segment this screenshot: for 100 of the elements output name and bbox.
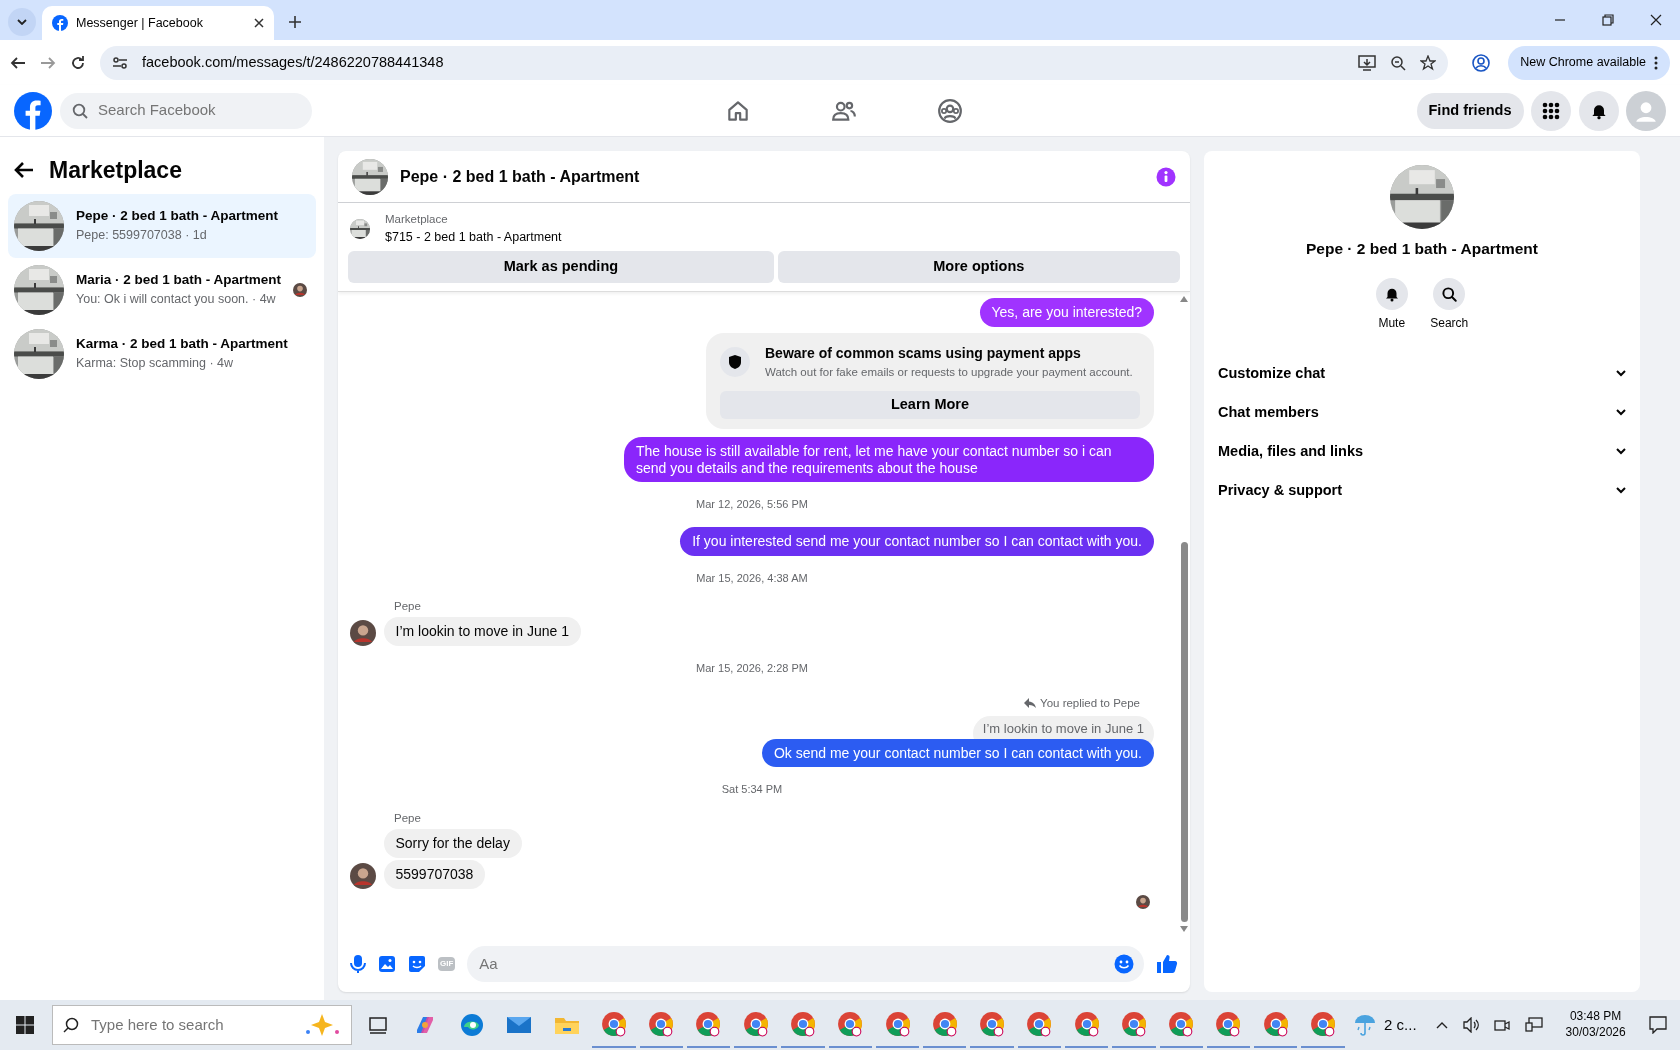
edge-icon[interactable] [459,1012,486,1038]
url-text: facebook.com/messages/t/2486220788441348 [142,52,445,72]
conversation-title: Maria · 2 bed 1 bath - Apartment [76,271,282,289]
info-icon[interactable] [1156,166,1176,187]
message-box[interactable]: Aa [467,946,1144,982]
conversation-item[interactable]: Maria · 2 bed 1 bath - Apartment You: Ok i will contact you soon. · 4w [8,257,316,322]
close-icon[interactable] [1650,14,1662,26]
address-bar[interactable]: facebook.com/messages/t/2486220788441348 [100,45,1449,80]
chrome-icon[interactable] [1073,1011,1100,1037]
chrome-icon[interactable] [1262,1011,1289,1037]
sticker-icon[interactable] [408,955,426,973]
section-header[interactable]: Privacy & support [1218,471,1626,511]
close-icon[interactable] [254,18,264,28]
tab-list-button[interactable] [8,8,36,36]
camera-icon[interactable] [1493,1017,1510,1033]
restore-icon[interactable] [1602,14,1614,26]
timestamp: Mar 12, 2026, 5:56 PM [696,497,808,513]
emoji-icon[interactable] [1114,954,1134,974]
shield-icon [728,353,742,370]
menu-button[interactable] [1531,90,1571,131]
clock-time[interactable]: 03:48 PM [1565,1009,1626,1025]
section-header[interactable]: Chat members [1218,393,1626,433]
network-icon[interactable] [1524,1017,1543,1033]
conversation-item[interactable]: Pepe · 2 bed 1 bath - Apartment Pepe: 5599707038 · 1d [8,193,316,258]
clock-date[interactable]: 30/03/2026 [1565,1025,1626,1041]
more-icon [1654,55,1658,70]
browser-tab[interactable]: Messenger | Facebook [42,6,274,40]
chrome-icon[interactable] [600,1011,627,1037]
site-settings-icon[interactable] [112,54,128,71]
section-header[interactable]: Media, files and links [1218,432,1626,472]
chrome-icon[interactable] [742,1011,769,1037]
chevron-up-icon[interactable] [1435,1021,1448,1029]
zoom-icon[interactable] [1390,54,1407,71]
search-box[interactable]: Search Facebook [60,92,312,129]
sent-message: If you interested send me your contact number so I can contact with you. [680,526,1154,556]
received-message: Sorry for the delay [383,829,522,858]
profile-name: Pepe · 2 bed 1 bath - Apartment [1306,239,1538,259]
search-button[interactable] [1433,278,1466,311]
conversation-title: Pepe · 2 bed 1 bath - Apartment [76,207,280,225]
chrome-icon[interactable] [1215,1011,1242,1037]
chevron-icon [1616,448,1626,456]
back-icon[interactable] [10,54,26,71]
chrome-icon[interactable] [1168,1011,1195,1037]
scrollbar-thumb[interactable] [1180,542,1188,922]
action-label: Search [1430,315,1469,333]
sender-name: Pepe [394,810,422,826]
start-icon[interactable] [16,1016,34,1034]
notification-icon[interactable] [1648,1016,1667,1034]
new-tab-icon[interactable] [288,15,302,29]
find-friends-button[interactable]: Find friends [1416,92,1524,129]
action-label: Mute [1378,315,1406,333]
chrome-icon[interactable] [695,1011,722,1037]
facebook-logo[interactable] [14,91,52,130]
listing-item: $715 - 2 bed 1 bath - Apartment [385,229,562,247]
chrome-icon[interactable] [1026,1011,1053,1037]
back-arrow-icon[interactable] [14,161,34,180]
install-icon[interactable] [1358,54,1377,71]
chrome-icon[interactable] [648,1011,675,1037]
thumbs-up-icon[interactable] [1156,954,1178,974]
weather-text[interactable]: 2 c... [1384,1013,1417,1037]
sidebar-title: Marketplace [49,156,182,185]
conversation-preview: Karma: Stop scamming · 4w [76,355,234,373]
mute-button[interactable] [1375,278,1408,311]
star-icon[interactable] [1420,54,1437,71]
forward-icon[interactable] [40,54,56,71]
sent-message: The house is still available for rent, let me have your contact number so i can send you details and the requirements about the house [624,436,1154,483]
chrome-icon[interactable] [931,1011,958,1037]
task-view-icon[interactable] [366,1014,389,1036]
taskbar-search-box[interactable]: Type here to search [52,1005,352,1045]
action-button[interactable]: Mark as pending [348,250,774,283]
search-field[interactable]: Search Facebook [96,98,300,123]
chrome-icon[interactable] [1120,1011,1147,1037]
avatar-icon [350,620,376,647]
chrome-icon[interactable] [884,1011,911,1037]
facebook-icon [52,15,68,31]
learn-more-button[interactable]: Learn More [720,390,1140,419]
conversation-preview: You: Ok i will contact you soon. · 4w [76,291,277,309]
update-button[interactable]: New Chrome available [1508,45,1670,80]
chrome-icon[interactable] [790,1011,816,1037]
microphone-icon[interactable] [350,954,366,974]
reload-icon[interactable] [70,54,86,71]
scroll-up-icon[interactable] [1180,295,1188,302]
caret-icon [17,19,27,25]
profile-icon[interactable] [1472,53,1491,72]
section-header[interactable]: Customize chat [1218,354,1626,394]
message-field[interactable]: Aa [477,951,1114,977]
reply-icon [1024,698,1037,709]
mail-icon[interactable] [506,1014,533,1036]
image-icon[interactable] [378,955,396,973]
chevron-icon [1616,409,1626,417]
chrome-icon[interactable] [837,1011,864,1037]
chrome-icon[interactable] [979,1011,1006,1037]
speaker-icon[interactable] [1462,1017,1479,1033]
chrome-icon[interactable] [1309,1011,1336,1037]
scroll-down-icon[interactable] [1180,926,1188,932]
timestamp: Sat 5:34 PM [721,782,783,798]
groups-icon[interactable] [937,97,964,124]
action-button[interactable]: More options [777,250,1180,283]
conversation-item[interactable]: Karma · 2 bed 1 bath - Apartment Karma: Stop scamming · 4w [8,321,316,386]
chat-title: Pepe · 2 bed 1 bath - Apartment [400,166,641,187]
